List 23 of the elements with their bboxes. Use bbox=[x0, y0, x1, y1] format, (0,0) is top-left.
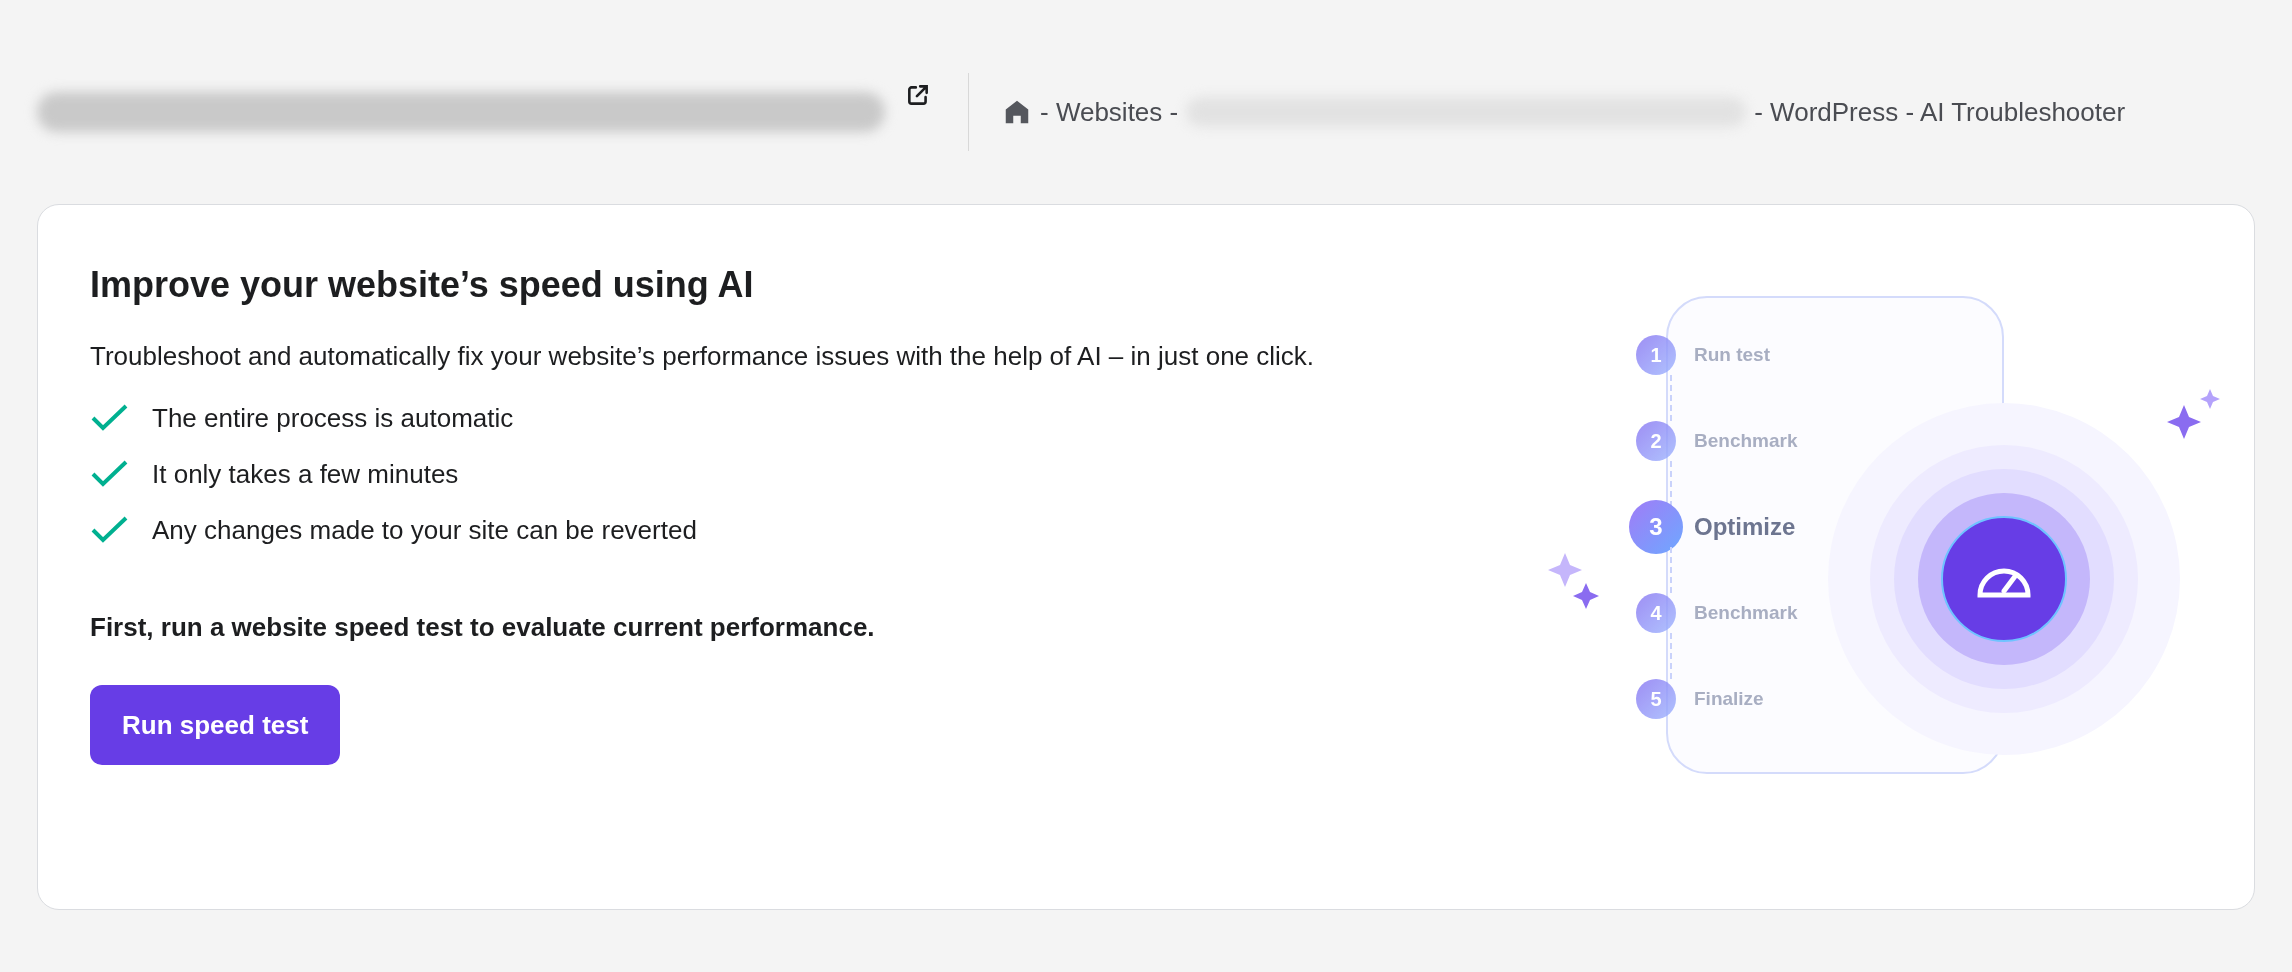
step-label: Optimize bbox=[1694, 512, 1796, 542]
checkmark-icon bbox=[90, 403, 130, 433]
step-number: 5 bbox=[1636, 679, 1676, 719]
feature-text: It only takes a few minutes bbox=[152, 458, 459, 491]
external-link-icon bbox=[905, 82, 931, 108]
card-title: Improve your website’s speed using AI bbox=[90, 263, 755, 307]
checkmark-icon bbox=[90, 459, 130, 489]
step-label: Run test bbox=[1694, 342, 1770, 367]
step-number: 4 bbox=[1636, 593, 1676, 633]
checkmark-icon bbox=[90, 515, 130, 545]
step-number: 2 bbox=[1636, 421, 1676, 461]
step-label: Benchmark bbox=[1694, 600, 1798, 625]
feature-text: The entire process is automatic bbox=[152, 402, 514, 435]
description: Troubleshoot and automatically fix your website’s performance issues with the help of AI – in just one click. bbox=[90, 340, 1316, 373]
run-speed-test-button[interactable]: Run speed test bbox=[90, 685, 341, 765]
step-label: Finalize bbox=[1694, 686, 1764, 711]
step-label: Benchmark bbox=[1694, 428, 1798, 453]
step-number: 3 bbox=[1629, 500, 1683, 554]
step-number: 1 bbox=[1636, 335, 1676, 375]
breadcrumb-item[interactable]: - Websites - bbox=[1040, 92, 1179, 132]
feature-text: Any changes made to your site can be reverted bbox=[152, 514, 697, 547]
breadcrumb-item[interactable]: - WordPress - AI Troubleshooter bbox=[1754, 92, 2126, 132]
speed-test-note: First, run a website speed test to evaluate current performance. bbox=[90, 611, 876, 644]
